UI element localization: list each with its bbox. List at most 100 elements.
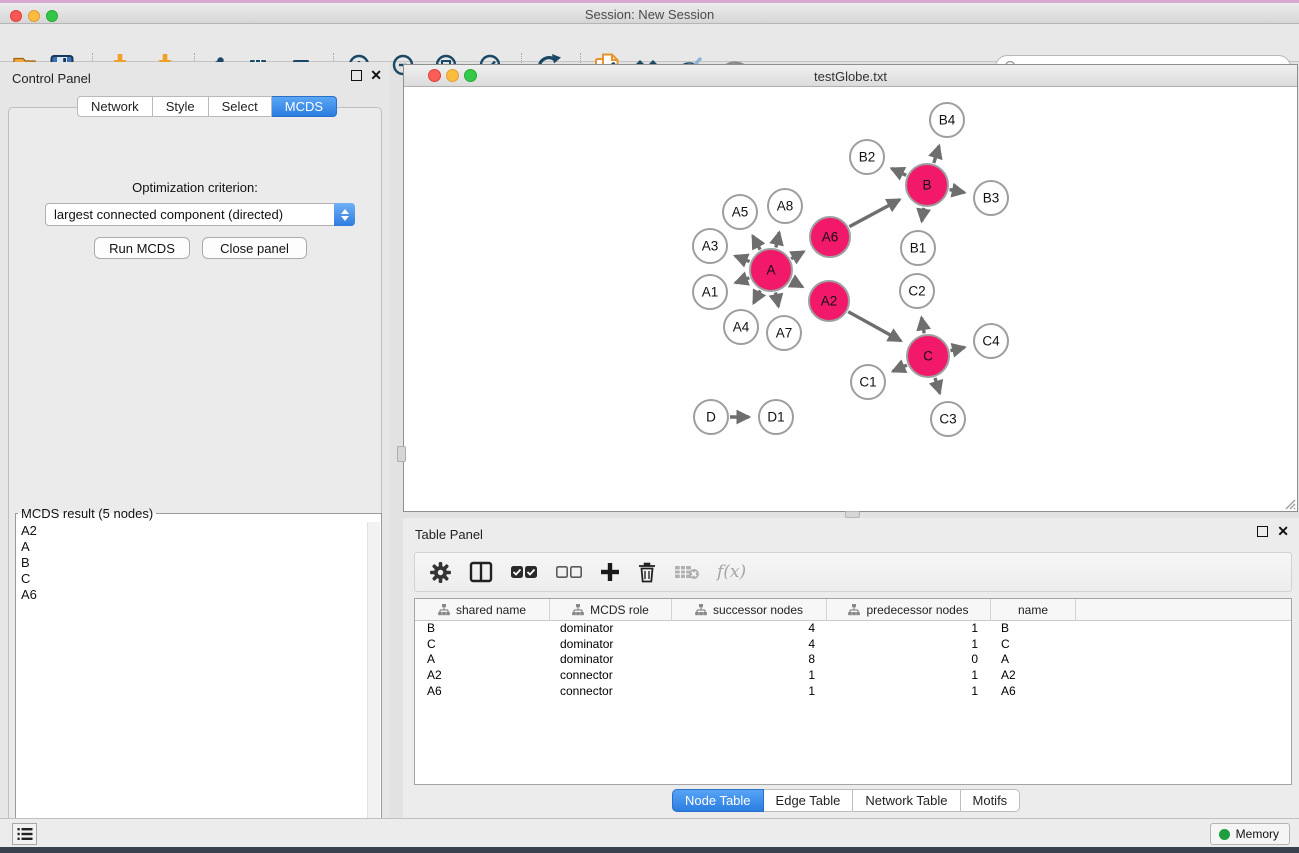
cell-predecessor-nodes: 1 (827, 637, 991, 653)
cell-shared-name: A6 (415, 684, 550, 700)
session-title: Session: New Session (0, 7, 1299, 22)
mcds-result-item[interactable]: A (21, 539, 381, 555)
plus-icon (600, 562, 620, 582)
tab-motifs[interactable]: Motifs (961, 789, 1021, 812)
mcds-result-item[interactable]: C (21, 571, 381, 587)
graph-edge (935, 378, 940, 393)
graph-node-label: B4 (939, 113, 956, 128)
table-split-view-button[interactable] (469, 561, 493, 583)
cell-mcds-role: connector (550, 668, 672, 684)
table-row[interactable]: A6 connector 1 1 A6 (415, 684, 1291, 700)
create-column-button[interactable] (600, 562, 620, 582)
graph-node-label: A (766, 263, 775, 278)
cell-predecessor-nodes: 1 (827, 621, 991, 637)
control-panel-tabs: Network Style Select MCDS (77, 96, 337, 117)
cell-successor-nodes: 4 (672, 621, 827, 637)
delete-table-button[interactable] (674, 563, 700, 581)
table-settings-button[interactable] (429, 561, 452, 584)
tab-style[interactable]: Style (153, 96, 209, 117)
desktop-strip-bottom (0, 847, 1299, 853)
graph-edge (950, 190, 965, 193)
float-table-panel-icon[interactable] (1257, 526, 1268, 537)
mcds-result-item[interactable]: A6 (21, 587, 381, 603)
graph-node-label: A2 (821, 294, 838, 309)
table-row[interactable]: A2 connector 1 1 A2 (415, 668, 1291, 684)
horizontal-splitter-handle[interactable] (845, 511, 860, 518)
table-deselect-all-button[interactable] (555, 565, 583, 579)
cell-predecessor-nodes: 1 (827, 684, 991, 700)
cell-name: A6 (991, 684, 1076, 700)
table-row[interactable]: C dominator 4 1 C (415, 637, 1291, 653)
control-panel-title: Control Panel (12, 71, 91, 86)
graph-edge (776, 232, 779, 247)
graph-edge (893, 365, 907, 371)
graph-node-label: D1 (767, 410, 784, 425)
graph-edge (735, 256, 750, 262)
close-table-panel-icon[interactable]: ✕ (1277, 526, 1289, 537)
network-graph-canvas[interactable]: AA6A2BCA1A3A4A5A7A8B1B2B3B4C1C2C3C4DD1 (404, 87, 1297, 511)
tab-select[interactable]: Select (209, 96, 272, 117)
graph-node-label: A4 (733, 320, 750, 335)
graph-node-label: B1 (910, 241, 927, 256)
tab-edge-table[interactable]: Edge Table (764, 789, 854, 812)
graph-node-label: A7 (776, 326, 793, 341)
graph-node-label: D (706, 410, 716, 425)
graph-edge (776, 293, 779, 307)
tab-network[interactable]: Network (77, 96, 153, 117)
graph-edge (922, 318, 925, 334)
network-window-titlebar: testGlobe.txt (404, 65, 1297, 87)
result-scrollbar[interactable] (367, 522, 380, 839)
graph-node-label: B3 (983, 191, 1000, 206)
function-builder-button[interactable]: f(x) (717, 562, 746, 582)
memory-label: Memory (1236, 827, 1279, 841)
graph-node-label: C2 (908, 284, 925, 299)
cell-successor-nodes: 4 (672, 637, 827, 653)
column-header-empty (1076, 599, 1291, 621)
graph-node-label: C4 (982, 334, 1000, 349)
table-row[interactable]: B dominator 4 1 B (415, 621, 1291, 637)
close-panel-icon[interactable]: ✕ (370, 70, 382, 81)
tab-node-table[interactable]: Node Table (672, 789, 764, 812)
main-toolbar (0, 24, 1299, 62)
cell-name: A2 (991, 668, 1076, 684)
delete-column-button[interactable] (637, 561, 657, 583)
tab-mcds[interactable]: MCDS (272, 96, 337, 117)
graph-node-label: A5 (732, 205, 749, 220)
cell-shared-name: B (415, 621, 550, 637)
graph-edge (934, 146, 939, 163)
graph-node-label: C3 (939, 412, 956, 427)
split-view-icon (469, 561, 493, 583)
cell-shared-name: C (415, 637, 550, 653)
network-view-window: testGlobe.txt AA6A2BCA1A3A4A5A7A8B1B2B3B… (403, 64, 1298, 512)
run-mcds-button[interactable]: Run MCDS (94, 237, 190, 259)
column-header-predecessor-nodes[interactable]: predecessor nodes (827, 599, 991, 621)
table-panel-title: Table Panel (415, 527, 483, 542)
mcds-result-item[interactable]: A2 (21, 523, 381, 539)
column-header-shared-name[interactable]: shared name (415, 599, 550, 621)
titlebar: Session: New Session (0, 3, 1299, 24)
resize-grip-icon[interactable] (1280, 494, 1296, 510)
close-panel-button[interactable]: Close panel (202, 237, 307, 259)
table-header-row: shared name MCDS role successor nodes pr… (415, 599, 1291, 621)
cell-name: B (991, 621, 1076, 637)
vertical-splitter-handle[interactable] (397, 446, 406, 462)
cell-predecessor-nodes: 0 (827, 652, 991, 668)
graph-edge (791, 281, 802, 287)
table-select-all-button[interactable] (510, 565, 538, 579)
graph-edge (753, 236, 761, 250)
column-header-successor-nodes[interactable]: successor nodes (672, 599, 827, 621)
column-header-name[interactable]: name (991, 599, 1076, 621)
graph-edge (950, 347, 964, 350)
cell-predecessor-nodes: 1 (827, 668, 991, 684)
tab-network-table[interactable]: Network Table (853, 789, 960, 812)
memory-button[interactable]: Memory (1210, 823, 1290, 845)
mcds-result-item[interactable]: B (21, 555, 381, 571)
task-history-button[interactable] (12, 823, 37, 845)
float-panel-icon[interactable] (351, 70, 362, 81)
column-type-icon (572, 604, 584, 616)
table-row[interactable]: A dominator 8 0 A (415, 652, 1291, 668)
criterion-dropdown[interactable]: largest connected component (directed) (45, 203, 355, 226)
cell-mcds-role: dominator (550, 652, 672, 668)
column-header-mcds-role[interactable]: MCDS role (550, 599, 672, 621)
graph-edge (848, 312, 901, 341)
